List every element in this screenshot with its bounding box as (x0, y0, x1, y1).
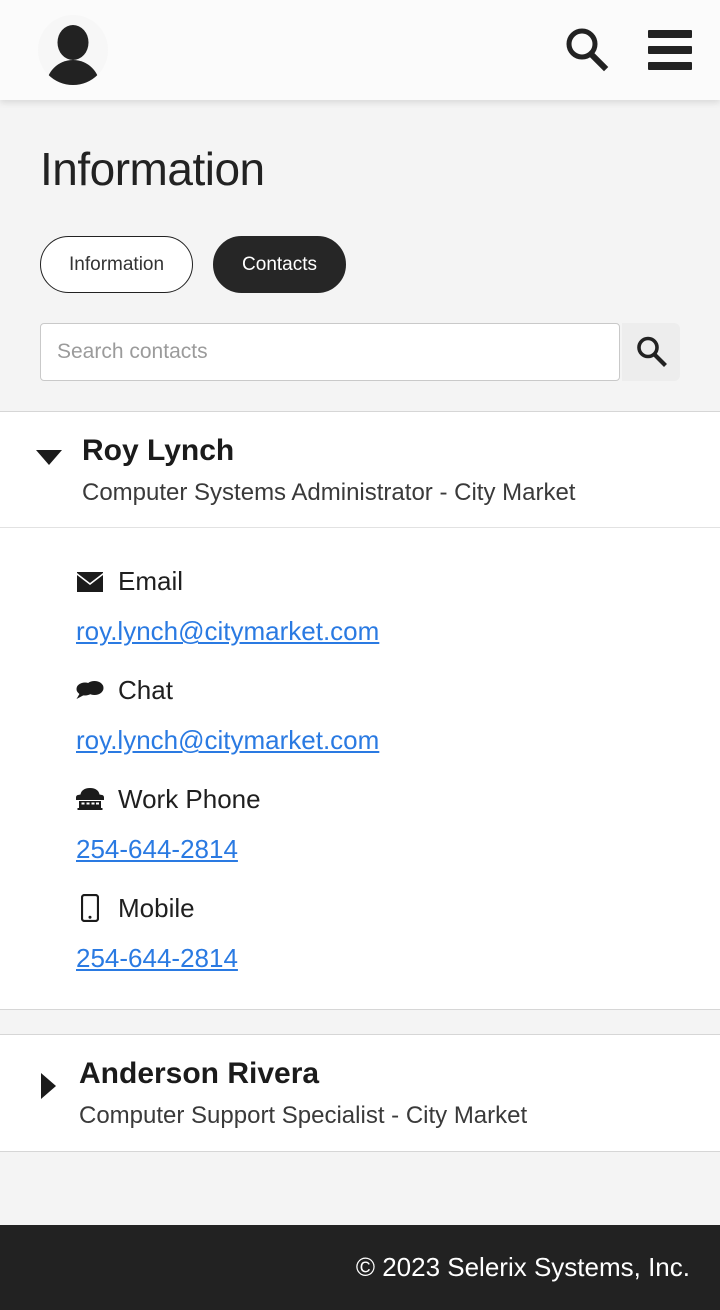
contact-card: Anderson Rivera Computer Support Special… (0, 1034, 720, 1152)
contact-card: Roy Lynch Computer Systems Administrator… (0, 411, 720, 1011)
search-input[interactable] (40, 323, 620, 381)
contact-list: Roy Lynch Computer Systems Administrator… (0, 411, 720, 1152)
contact-field-value-mobile[interactable]: 254-644-2814 (76, 942, 700, 976)
page-footer: © 2023 Selerix Systems, Inc. (0, 1225, 720, 1310)
contact-card-body: Email roy.lynch@citymarket.com Chat roy.… (0, 528, 720, 1009)
contact-name: Roy Lynch (82, 434, 235, 467)
hamburger-menu-icon (648, 30, 692, 70)
avatar-head-icon (57, 25, 89, 60)
footer-copyright: © 2023 Selerix Systems, Inc. (355, 1252, 690, 1282)
contact-card-header[interactable]: Roy Lynch Computer Systems Administrator… (0, 412, 720, 529)
contact-field-value-email[interactable]: roy.lynch@citymarket.com (76, 615, 700, 649)
contact-field-chat: Chat roy.lynch@citymarket.com (76, 659, 700, 758)
contact-field-mobile: Mobile 254-644-2814 (76, 877, 700, 976)
contact-field-label-text: Mobile (118, 892, 195, 923)
contact-field-label-text: Work Phone (118, 783, 261, 814)
telephone-icon (76, 788, 104, 811)
contact-name: Anderson Rivera (79, 1057, 320, 1091)
caret-right-icon[interactable] (41, 1073, 56, 1100)
contact-field-value-chat[interactable]: roy.lynch@citymarket.com (76, 724, 700, 758)
contact-identity: Roy Lynch Computer Systems Administrator… (82, 434, 575, 507)
main-content: Information Information Contacts Roy Lyn… (0, 100, 720, 1152)
avatar-body-icon (46, 60, 100, 85)
app-header (0, 0, 720, 100)
page-title: Information (40, 143, 265, 195)
search-submit-button[interactable] (622, 323, 680, 381)
chat-bubble-icon (76, 680, 104, 702)
contact-field-label: Mobile (76, 877, 700, 928)
contact-identity: Anderson Rivera Computer Support Special… (79, 1057, 527, 1130)
user-avatar[interactable] (38, 15, 108, 85)
tab-information[interactable]: Information (40, 236, 194, 293)
envelope-icon (76, 571, 104, 592)
mobile-phone-icon (76, 894, 104, 923)
contact-field-value-work-phone[interactable]: 254-644-2814 (76, 833, 700, 867)
search-bar (0, 293, 680, 381)
contact-field-label-text: Chat (118, 675, 173, 706)
caret-down-icon[interactable] (36, 450, 62, 465)
contact-field-label: Work Phone (76, 768, 700, 819)
search-icon (562, 25, 610, 76)
app-header-actions (562, 25, 692, 76)
tab-bar: Information Contacts (0, 196, 720, 293)
contact-role: Computer Support Specialist - City Marke… (79, 1101, 528, 1129)
menu-button[interactable] (648, 30, 692, 70)
contact-field-label: Email (76, 550, 700, 601)
contact-role: Computer Systems Administrator - City Ma… (82, 478, 576, 506)
contact-field-label-text: Email (118, 566, 184, 597)
contact-field-work-phone: Work Phone 254-644-2814 (76, 768, 700, 867)
tab-contacts[interactable]: Contacts (213, 236, 347, 293)
contact-card-header[interactable]: Anderson Rivera Computer Support Special… (0, 1035, 720, 1150)
contact-field-email: Email roy.lynch@citymarket.com (76, 550, 700, 649)
contact-field-label: Chat (76, 659, 700, 710)
search-button[interactable] (562, 25, 610, 76)
search-icon (634, 334, 668, 371)
